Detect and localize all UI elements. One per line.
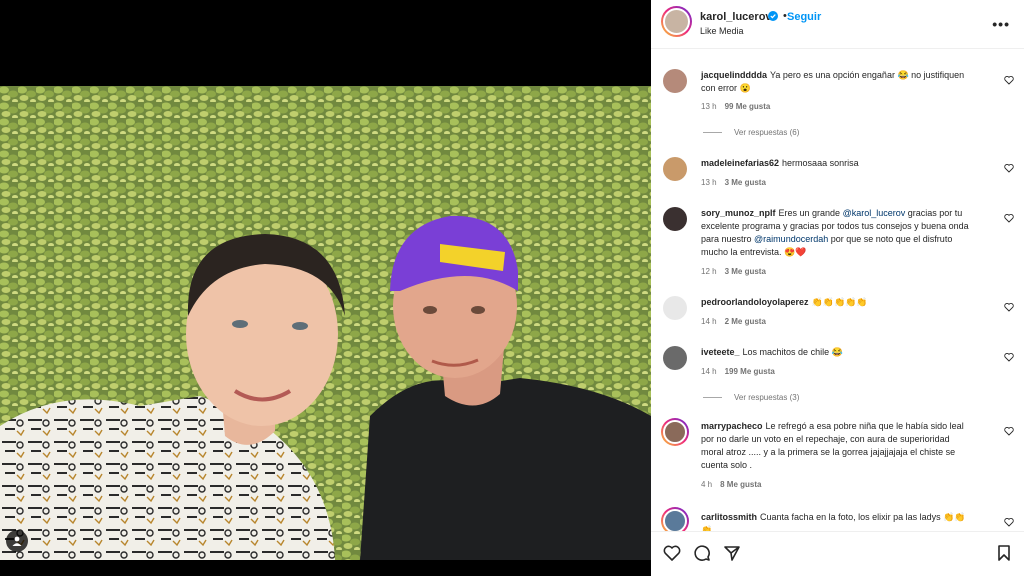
- comment-meta: 13 h 3 Me gusta: [701, 178, 766, 187]
- like-comment-heart-icon[interactable]: [1004, 163, 1014, 173]
- post-photo[interactable]: [0, 86, 651, 560]
- comments-list[interactable]: jacquelindddda Ya pero es una opción enga…: [651, 49, 1024, 531]
- commenter-username[interactable]: marrypacheco: [701, 421, 763, 431]
- commenter-username[interactable]: carlitossmith: [701, 512, 757, 522]
- comment-meta: 13 h 99 Me gusta: [701, 102, 770, 111]
- comment-likes[interactable]: 2 Me gusta: [725, 317, 766, 326]
- view-replies-label[interactable]: Ver respuestas (6): [734, 128, 799, 137]
- commenter-username[interactable]: iveteete_: [701, 347, 740, 357]
- bookmark-icon[interactable]: [995, 544, 1013, 562]
- commenter-username[interactable]: madeleinefarias62: [701, 158, 779, 168]
- comment-time[interactable]: 14 h: [701, 367, 717, 376]
- comment-body: 👏👏👏👏👏: [811, 297, 868, 307]
- comment-likes[interactable]: 3 Me gusta: [725, 267, 766, 276]
- commenter-username[interactable]: sory_munoz_nplf: [701, 208, 776, 218]
- comment-text: marrypacheco Le refregó a esa pobre niña …: [701, 420, 973, 472]
- comment-meta: 4 h 8 Me gusta: [701, 480, 761, 489]
- comment-time[interactable]: 13 h: [701, 102, 717, 111]
- like-comment-heart-icon[interactable]: [1004, 213, 1014, 223]
- commenter-avatar[interactable]: [661, 418, 689, 446]
- user-tag-icon[interactable]: [6, 530, 28, 552]
- like-comment-heart-icon[interactable]: [1004, 302, 1014, 312]
- post-actions-bar: [651, 531, 1024, 576]
- replies-divider: [703, 132, 722, 133]
- comment-likes[interactable]: 199 Me gusta: [725, 367, 775, 376]
- comment-text: iveteete_ Los machitos de chile 😂: [701, 346, 973, 359]
- like-comment-heart-icon[interactable]: [1004, 75, 1014, 85]
- comment-text: sory_munoz_nplf Eres un grande @karol_luc…: [701, 207, 973, 259]
- selfie-image: [0, 86, 651, 560]
- verified-badge-icon: [768, 11, 778, 21]
- comment-time[interactable]: 13 h: [701, 178, 717, 187]
- mention-link[interactable]: @karol_lucerov: [843, 208, 906, 218]
- like-comment-heart-icon[interactable]: [1004, 352, 1014, 362]
- commenter-avatar[interactable]: [663, 69, 687, 93]
- send-icon[interactable]: [723, 544, 741, 562]
- view-replies-button[interactable]: Ver respuestas (6): [703, 128, 799, 137]
- post-header: karol_lucerov • Seguir Like Media •••: [651, 0, 1024, 49]
- replies-divider: [703, 397, 722, 398]
- comment-text: carlitossmith Cuanta facha en la foto, lo…: [701, 511, 973, 531]
- comment-meta: 12 h 3 Me gusta: [701, 267, 766, 276]
- comment-time[interactable]: 12 h: [701, 267, 717, 276]
- commenter-avatar[interactable]: [663, 157, 687, 181]
- view-replies-button[interactable]: Ver respuestas (3): [703, 393, 799, 402]
- post-media: [0, 0, 651, 576]
- comment-body: hermosaaa sonrisa: [782, 158, 859, 168]
- commenter-avatar[interactable]: [663, 207, 687, 231]
- comment-likes[interactable]: 8 Me gusta: [720, 480, 761, 489]
- mention-link[interactable]: @raimundocerdah: [754, 234, 828, 244]
- commenter-username[interactable]: pedroorlandoloyolaperez: [701, 297, 809, 307]
- comment-likes[interactable]: 99 Me gusta: [725, 102, 771, 111]
- comment-meta: 14 h 199 Me gusta: [701, 367, 775, 376]
- more-options-button[interactable]: •••: [992, 16, 1010, 32]
- view-replies-label[interactable]: Ver respuestas (3): [734, 393, 799, 402]
- like-comment-heart-icon[interactable]: [1004, 426, 1014, 436]
- author-avatar[interactable]: [661, 6, 692, 37]
- comment-body: Los machitos de chile 😂: [742, 347, 843, 357]
- like-comment-heart-icon[interactable]: [1004, 517, 1014, 527]
- comment-body-part: Eres un grande: [778, 208, 843, 218]
- comment-meta: 14 h 2 Me gusta: [701, 317, 766, 326]
- commenter-avatar[interactable]: [663, 296, 687, 320]
- comment-text: jacquelindddda Ya pero es una opción enga…: [701, 69, 973, 95]
- comment-text: madeleinefarias62 hermosaaa sonrisa: [701, 157, 973, 170]
- commenter-avatar[interactable]: [661, 507, 689, 531]
- post-details-panel: karol_lucerov • Seguir Like Media ••• ja…: [651, 0, 1024, 576]
- comment-text: pedroorlandoloyolaperez 👏👏👏👏👏: [701, 296, 973, 309]
- comment-likes[interactable]: 3 Me gusta: [725, 178, 766, 187]
- comment-time[interactable]: 4 h: [701, 480, 712, 489]
- author-username[interactable]: karol_lucerov: [700, 11, 772, 23]
- comment-icon[interactable]: [693, 544, 711, 562]
- commenter-avatar[interactable]: [663, 346, 687, 370]
- post-subtitle[interactable]: Like Media: [700, 26, 744, 36]
- heart-icon[interactable]: [663, 544, 681, 562]
- commenter-username[interactable]: jacquelindddda: [701, 70, 767, 80]
- comment-time[interactable]: 14 h: [701, 317, 717, 326]
- follow-button[interactable]: Seguir: [787, 11, 821, 23]
